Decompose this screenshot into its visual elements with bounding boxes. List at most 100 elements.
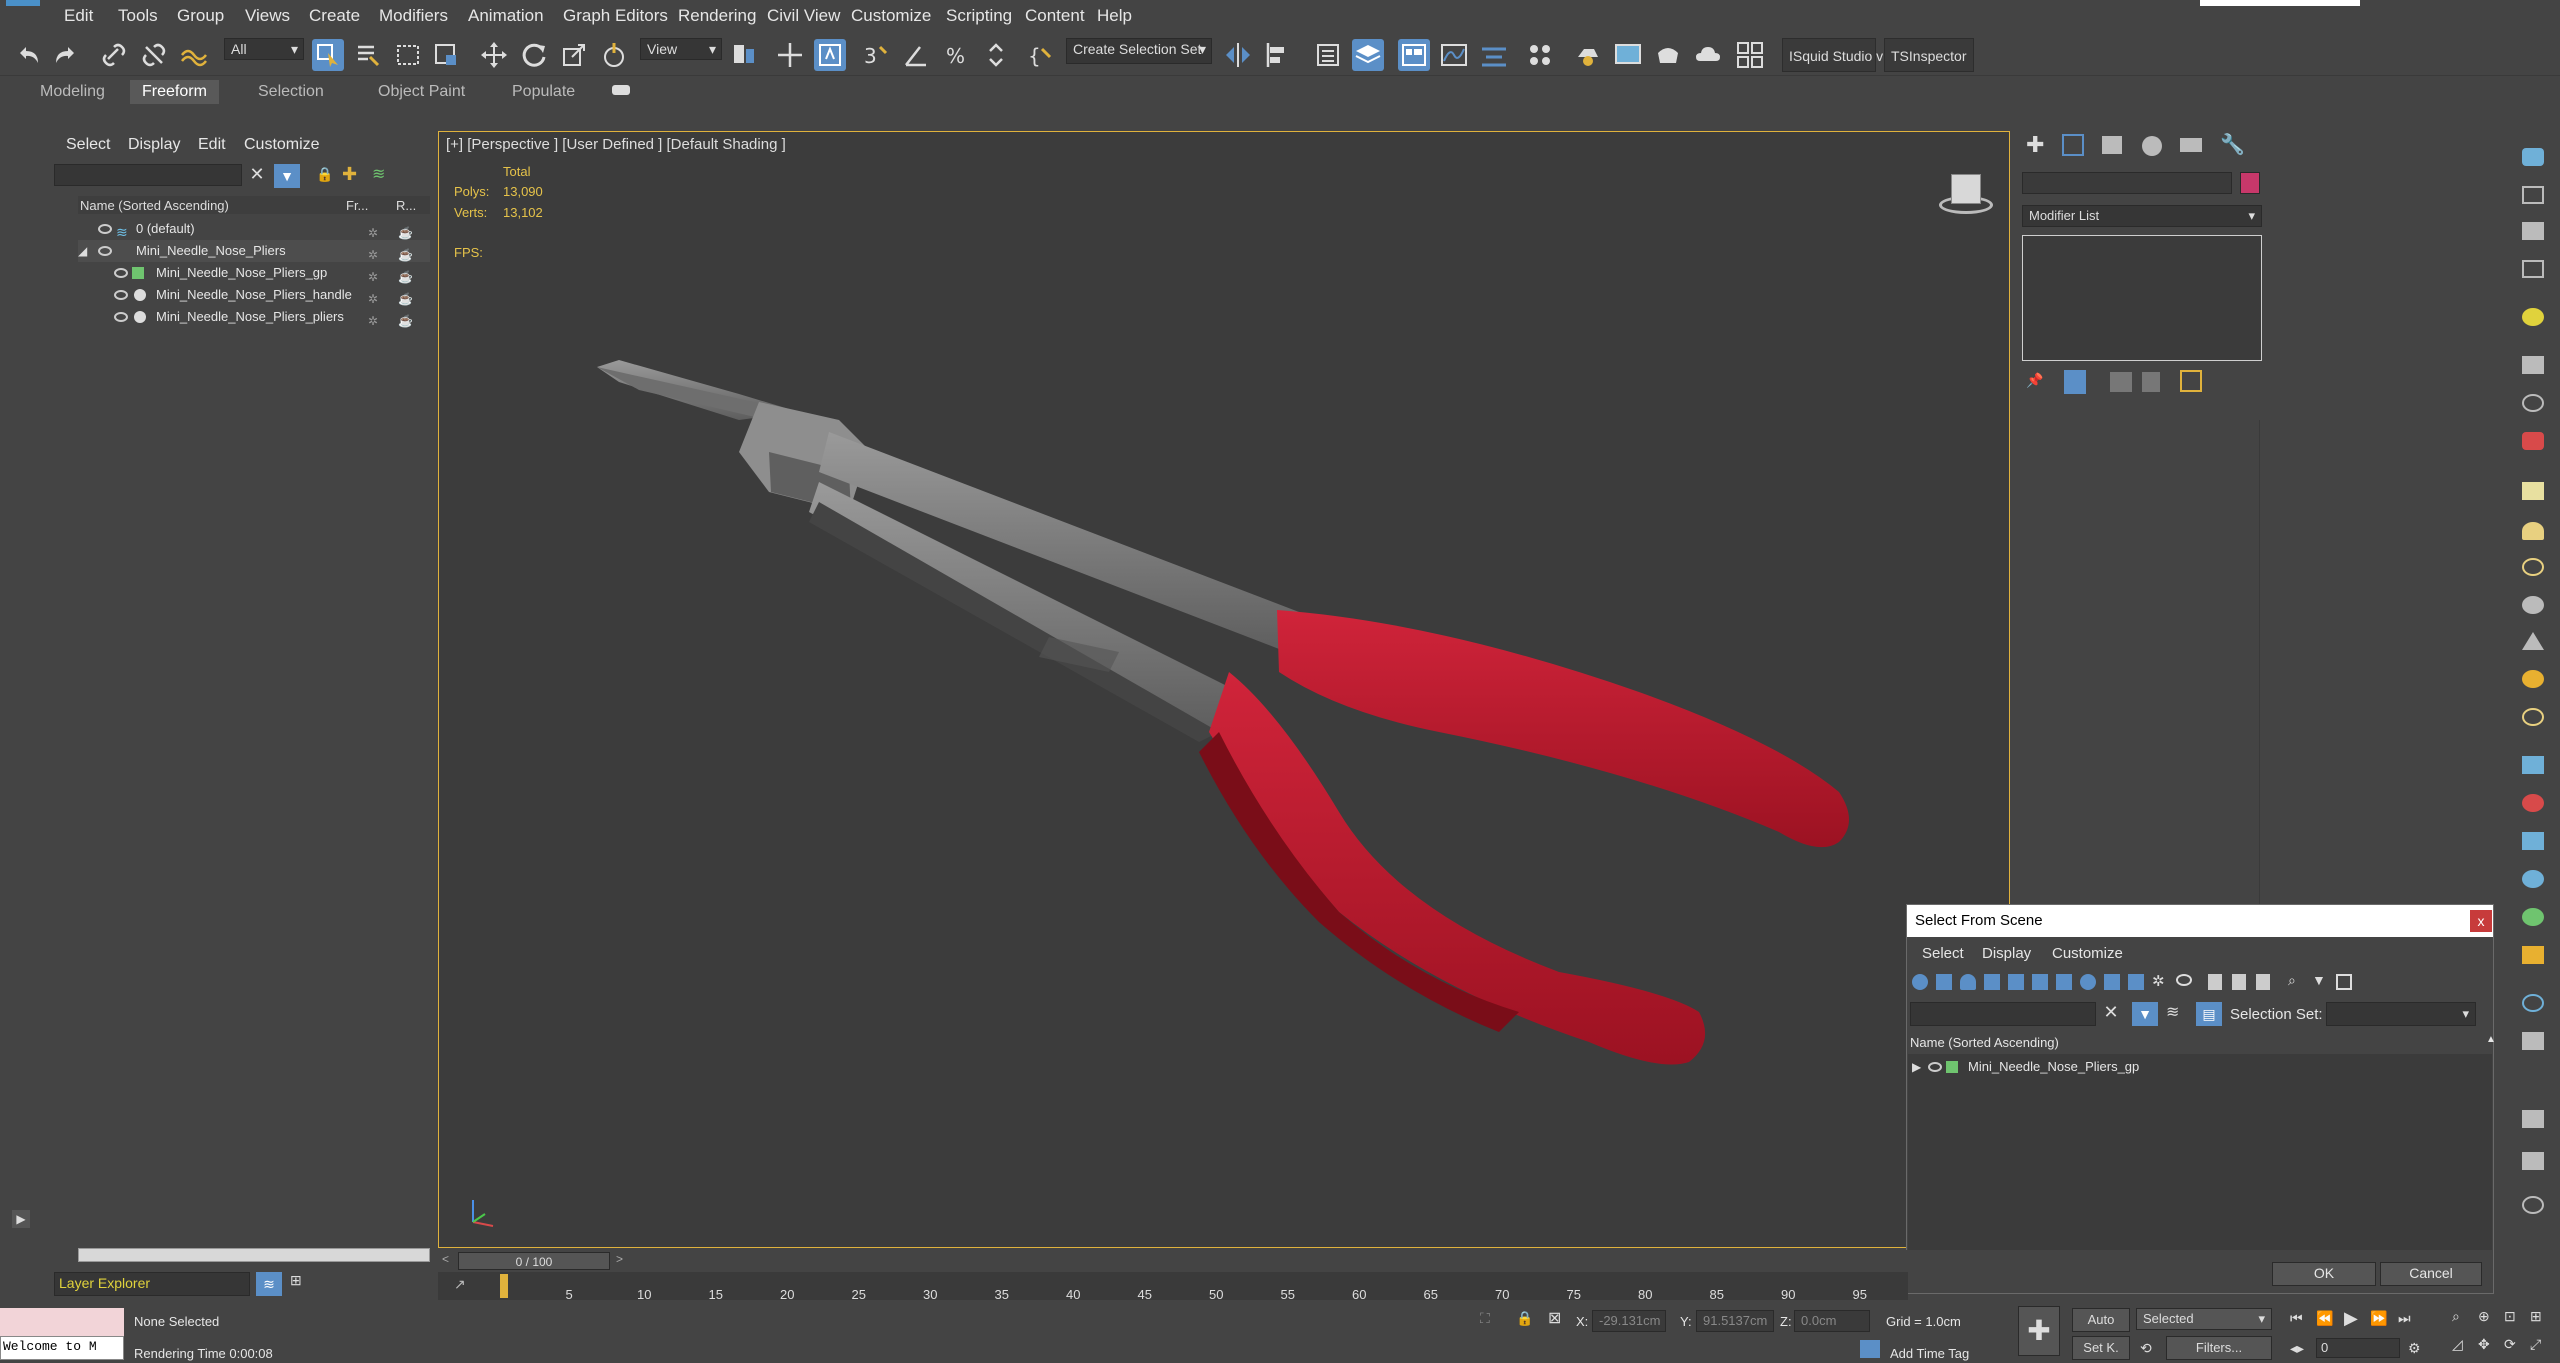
track-bar[interactable]: ↗ bbox=[438, 1272, 1908, 1302]
cloth-icon[interactable] bbox=[2522, 832, 2544, 850]
menu-modifiers[interactable]: Modifiers bbox=[379, 6, 448, 26]
dialog-search-input[interactable] bbox=[1910, 1002, 2096, 1026]
stack-icon[interactable] bbox=[2522, 1032, 2544, 1050]
edit-named-selection-icon[interactable]: { bbox=[1024, 39, 1056, 71]
zoom-icon[interactable]: ⌕ bbox=[2452, 1308, 2460, 1325]
dialog-column-name[interactable]: Name (Sorted Ascending) bbox=[1910, 1035, 2059, 1050]
tool-icon[interactable] bbox=[2522, 946, 2544, 964]
visibility-eye-icon[interactable] bbox=[1928, 1062, 1942, 1072]
keyboard-shortcut-override-icon[interactable] bbox=[814, 39, 846, 71]
selection-set-dropdown[interactable]: ▾ bbox=[2326, 1002, 2476, 1026]
scale-icon[interactable] bbox=[558, 39, 590, 71]
selection-filter-dropdown[interactable]: All ▾ bbox=[224, 38, 304, 60]
menu-group[interactable]: Group bbox=[177, 6, 224, 26]
helper-icon[interactable] bbox=[2522, 394, 2544, 412]
expand-arrow-icon[interactable]: ▶ bbox=[1912, 1056, 1921, 1078]
filter-toggle-icon[interactable]: ▼ bbox=[274, 164, 300, 188]
time-slider[interactable]: < 0 / 100 > bbox=[438, 1250, 1908, 1272]
make-unique-icon[interactable] bbox=[2110, 372, 2132, 392]
squid-studio-icon[interactable] bbox=[1734, 39, 1766, 71]
rotate-icon[interactable] bbox=[518, 39, 550, 71]
particles-icon[interactable] bbox=[2522, 756, 2544, 774]
dialog-filter-options-icon[interactable]: ⌕ bbox=[2288, 972, 2296, 989]
curve-editor-icon[interactable] bbox=[1438, 39, 1470, 71]
foliage-icon[interactable] bbox=[2522, 908, 2544, 926]
hair-icon[interactable] bbox=[2522, 870, 2544, 888]
lock-icon[interactable]: 🔒 bbox=[316, 166, 333, 184]
select-object-icon[interactable] bbox=[312, 39, 344, 71]
reference-coordinate-dropdown[interactable]: View ▾ bbox=[640, 38, 722, 60]
current-frame-field[interactable]: 0 bbox=[2316, 1338, 2400, 1358]
dynamics-icon[interactable] bbox=[2522, 794, 2544, 812]
dome-icon[interactable] bbox=[2522, 522, 2544, 540]
motion-tab-icon[interactable] bbox=[2142, 136, 2162, 156]
set-key-button[interactable]: Set K. bbox=[2072, 1336, 2130, 1360]
history-icon[interactable] bbox=[2522, 1196, 2544, 1214]
go-to-end-icon[interactable]: ⏭ bbox=[2398, 1310, 2411, 1327]
select-manipulate-icon[interactable] bbox=[774, 39, 806, 71]
column-render-header[interactable]: R... bbox=[396, 198, 416, 213]
explorer-menu-display[interactable]: Display bbox=[128, 136, 180, 154]
time-slider-prev-icon[interactable]: < bbox=[442, 1252, 449, 1266]
tree-row-pliers[interactable]: Mini_Needle_Nose_Pliers_pliers ✲ ☕ bbox=[78, 306, 430, 328]
light-bulb-icon[interactable] bbox=[2522, 308, 2544, 326]
viewport-label[interactable]: [+] [Perspective ] [User Defined ] [Defa… bbox=[446, 136, 786, 153]
schematic-view-icon[interactable] bbox=[1478, 39, 1510, 71]
dialog-close-button[interactable]: x bbox=[2470, 910, 2492, 932]
new-layer-icon[interactable]: ✚ bbox=[342, 164, 364, 186]
layer-explorer-toggle-icon[interactable] bbox=[1352, 39, 1384, 71]
previous-frame-icon[interactable]: ⏪ bbox=[2316, 1310, 2333, 1327]
pliers-model[interactable] bbox=[439, 132, 2009, 1247]
dialog-filter-icon[interactable]: ▼ bbox=[2312, 972, 2326, 988]
key-filters-button[interactable]: Filters... bbox=[2166, 1336, 2272, 1360]
menu-create[interactable]: Create bbox=[309, 6, 360, 26]
dialog-hidden-filter-icon[interactable] bbox=[2176, 974, 2192, 986]
column-frozen-header[interactable]: Fr... bbox=[346, 198, 368, 213]
play-icon[interactable]: ▶ bbox=[2344, 1308, 2358, 1329]
key-mode-dropdown[interactable]: Selected ▾ bbox=[2136, 1308, 2272, 1330]
tree-row-pliers-layer[interactable]: ◢ Mini_Needle_Nose_Pliers ✲ ☕ bbox=[78, 240, 430, 262]
dialog-cancel-button[interactable]: Cancel bbox=[2380, 1262, 2482, 1286]
menu-graph-editors[interactable]: Graph Editors bbox=[563, 6, 668, 26]
selection-lock-icon[interactable]: 🔒 bbox=[1516, 1310, 1533, 1327]
panel-arrow-icon[interactable]: ▶ bbox=[12, 1210, 30, 1228]
auto-key-button[interactable]: Auto bbox=[2072, 1308, 2130, 1332]
dialog-ok-button[interactable]: OK bbox=[2272, 1262, 2376, 1286]
torus-icon[interactable] bbox=[2522, 596, 2544, 614]
workspace-field[interactable] bbox=[2200, 0, 2360, 6]
omni-light-icon[interactable] bbox=[2522, 708, 2544, 726]
expand-arrow-icon[interactable]: ◢ bbox=[78, 240, 87, 262]
sun-icon[interactable] bbox=[2522, 670, 2544, 688]
dialog-column-header[interactable]: Name (Sorted Ascending) ▲ bbox=[1908, 1034, 2496, 1052]
visibility-eye-icon[interactable] bbox=[98, 224, 112, 234]
zoom-extents-icon[interactable]: ⊡ bbox=[2504, 1308, 2516, 1325]
time-tag-icon[interactable] bbox=[1860, 1340, 1880, 1358]
isolate-selection-icon[interactable]: ⛶ bbox=[1480, 1310, 1490, 1327]
space-warp-icon[interactable] bbox=[2522, 432, 2544, 450]
time-slider-next-icon[interactable]: > bbox=[616, 1252, 623, 1266]
zoom-all-icon[interactable]: ⊕ bbox=[2478, 1308, 2490, 1325]
explorer-menu-edit[interactable]: Edit bbox=[198, 136, 226, 154]
clear-search-icon[interactable]: ✕ bbox=[248, 164, 266, 186]
next-frame-icon[interactable]: ⏩ bbox=[2370, 1310, 2387, 1327]
key-mode-toggle-icon[interactable]: ◂▸ bbox=[2290, 1340, 2304, 1357]
sphere-icon[interactable] bbox=[2522, 558, 2544, 576]
mirror-icon[interactable] bbox=[1222, 39, 1254, 71]
curve-editor-mini-icon[interactable]: ↗ bbox=[454, 1276, 466, 1293]
maximize-viewport-icon[interactable]: ⤢ bbox=[2530, 1336, 2541, 1353]
select-by-name-icon[interactable] bbox=[352, 39, 384, 71]
tsinspector-button[interactable]: TSInspector bbox=[1884, 38, 1974, 72]
render-production-icon[interactable] bbox=[1652, 39, 1684, 71]
menu-views[interactable]: Views bbox=[245, 6, 290, 26]
menu-civil-view[interactable]: Civil View bbox=[767, 6, 840, 26]
dialog-shapes-filter-icon[interactable] bbox=[1936, 974, 1952, 990]
scene-explorer-toggle-icon[interactable] bbox=[1312, 39, 1344, 71]
link-icon[interactable] bbox=[98, 39, 130, 71]
material-editor-icon[interactable] bbox=[1524, 39, 1556, 71]
pivot-center-icon[interactable] bbox=[728, 39, 760, 71]
z-coordinate-field[interactable]: 0.0cm bbox=[1794, 1310, 1870, 1332]
layers-icon[interactable]: ≋ bbox=[372, 164, 394, 186]
dialog-selection-set-icon[interactable]: ▤ bbox=[2196, 1002, 2222, 1026]
tree-row-default-layer[interactable]: ≋ 0 (default) ✲ ☕ bbox=[78, 218, 430, 240]
dialog-clear-search-icon[interactable]: ✕ bbox=[2102, 1002, 2120, 1026]
